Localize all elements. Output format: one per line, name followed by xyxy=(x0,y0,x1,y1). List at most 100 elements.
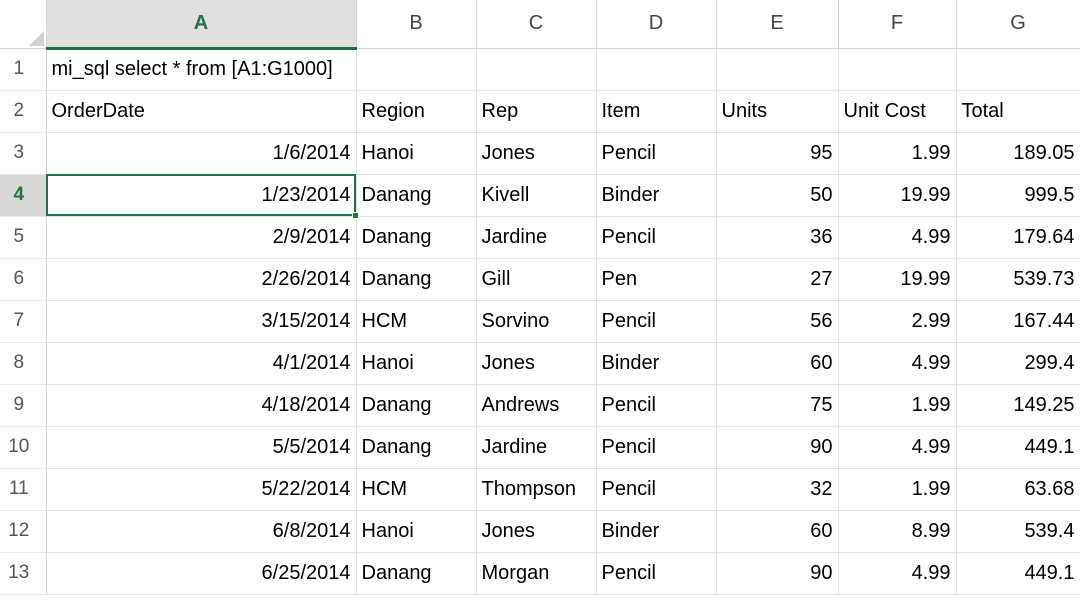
cell-D1[interactable] xyxy=(596,48,717,91)
cell-A1[interactable]: mi_sql select * from [A1:G1000] xyxy=(46,48,357,91)
cell-D12[interactable]: Binder xyxy=(596,510,717,553)
cell-E12[interactable]: 60 xyxy=(716,510,839,553)
cell-A4[interactable]: 1/23/2014 xyxy=(46,174,357,217)
cell-E1[interactable] xyxy=(716,48,839,91)
cell-E4[interactable]: 50 xyxy=(716,174,839,217)
column-header-c[interactable]: C xyxy=(476,0,597,49)
cell-F3[interactable]: 1.99 xyxy=(838,132,957,175)
row-header-3[interactable]: 3 xyxy=(0,132,47,175)
cell-E3[interactable]: 95 xyxy=(716,132,839,175)
cell-A2[interactable]: OrderDate xyxy=(46,90,357,133)
cell-E13[interactable]: 90 xyxy=(716,552,839,595)
row-header-10[interactable]: 10 xyxy=(0,426,47,469)
cell-C2[interactable]: Rep xyxy=(476,90,597,133)
row-header-12[interactable]: 12 xyxy=(0,510,47,553)
column-header-g[interactable]: G xyxy=(956,0,1080,49)
cell-C6[interactable]: Gill xyxy=(476,258,597,301)
cell-A9[interactable]: 4/18/2014 xyxy=(46,384,357,427)
column-header-b[interactable]: B xyxy=(356,0,477,49)
cell-C5[interactable]: Jardine xyxy=(476,216,597,259)
column-header-e[interactable]: E xyxy=(716,0,839,49)
cell-C7[interactable]: Sorvino xyxy=(476,300,597,343)
column-header-d[interactable]: D xyxy=(596,0,717,49)
cell-F2[interactable]: Unit Cost xyxy=(838,90,957,133)
cell-A7[interactable]: 3/15/2014 xyxy=(46,300,357,343)
spreadsheet-grid[interactable]: ABCDEFG 1 mi_sql select * from [A1:G1000]… xyxy=(0,0,1080,600)
cell-C4[interactable]: Kivell xyxy=(476,174,597,217)
cell-B6[interactable]: Danang xyxy=(356,258,477,301)
cell-C1[interactable] xyxy=(476,48,597,91)
cell-C12[interactable]: Jones xyxy=(476,510,597,553)
cell-A12[interactable]: 6/8/2014 xyxy=(46,510,357,553)
row-header-5[interactable]: 5 xyxy=(0,216,47,259)
cell-G6[interactable]: 539.73 xyxy=(956,258,1080,301)
cell-B2[interactable]: Region xyxy=(356,90,477,133)
row-header-13[interactable]: 13 xyxy=(0,552,47,595)
cell-G10[interactable]: 449.1 xyxy=(956,426,1080,469)
row-header-1[interactable]: 1 xyxy=(0,48,47,91)
cell-C8[interactable]: Jones xyxy=(476,342,597,385)
cell-D3[interactable]: Pencil xyxy=(596,132,717,175)
cell-G7[interactable]: 167.44 xyxy=(956,300,1080,343)
cell-E7[interactable]: 56 xyxy=(716,300,839,343)
column-header-f[interactable]: F xyxy=(838,0,957,49)
cell-F13[interactable]: 4.99 xyxy=(838,552,957,595)
cell-A13[interactable]: 6/25/2014 xyxy=(46,552,357,595)
cell-A6[interactable]: 2/26/2014 xyxy=(46,258,357,301)
cell-B1[interactable] xyxy=(356,48,477,91)
cell-A5[interactable]: 2/9/2014 xyxy=(46,216,357,259)
cell-A8[interactable]: 4/1/2014 xyxy=(46,342,357,385)
cell-D13[interactable]: Pencil xyxy=(596,552,717,595)
cell-F5[interactable]: 4.99 xyxy=(838,216,957,259)
row-header-2[interactable]: 2 xyxy=(0,90,47,133)
cell-G13[interactable]: 449.1 xyxy=(956,552,1080,595)
cell-G8[interactable]: 299.4 xyxy=(956,342,1080,385)
cell-G4[interactable]: 999.5 xyxy=(956,174,1080,217)
cell-E8[interactable]: 60 xyxy=(716,342,839,385)
row-header-6[interactable]: 6 xyxy=(0,258,47,301)
cell-G3[interactable]: 189.05 xyxy=(956,132,1080,175)
cell-B8[interactable]: Hanoi xyxy=(356,342,477,385)
row-header-11[interactable]: 11 xyxy=(0,468,47,511)
cell-F4[interactable]: 19.99 xyxy=(838,174,957,217)
cell-F10[interactable]: 4.99 xyxy=(838,426,957,469)
cell-D8[interactable]: Binder xyxy=(596,342,717,385)
cell-D11[interactable]: Pencil xyxy=(596,468,717,511)
cell-G11[interactable]: 63.68 xyxy=(956,468,1080,511)
cell-D5[interactable]: Pencil xyxy=(596,216,717,259)
cell-D7[interactable]: Pencil xyxy=(596,300,717,343)
cell-C3[interactable]: Jones xyxy=(476,132,597,175)
cell-F12[interactable]: 8.99 xyxy=(838,510,957,553)
cell-A11[interactable]: 5/22/2014 xyxy=(46,468,357,511)
row-header-7[interactable]: 7 xyxy=(0,300,47,343)
cell-C11[interactable]: Thompson xyxy=(476,468,597,511)
row-header-4[interactable]: 4 xyxy=(0,174,47,217)
cell-F8[interactable]: 4.99 xyxy=(838,342,957,385)
cell-B12[interactable]: Hanoi xyxy=(356,510,477,553)
select-all-button[interactable] xyxy=(0,0,47,49)
cell-D4[interactable]: Binder xyxy=(596,174,717,217)
row-header-9[interactable]: 9 xyxy=(0,384,47,427)
column-header-a[interactable]: A xyxy=(46,0,357,50)
cell-E11[interactable]: 32 xyxy=(716,468,839,511)
cell-F11[interactable]: 1.99 xyxy=(838,468,957,511)
cell-D6[interactable]: Pen xyxy=(596,258,717,301)
cell-E5[interactable]: 36 xyxy=(716,216,839,259)
cell-G12[interactable]: 539.4 xyxy=(956,510,1080,553)
cell-A3[interactable]: 1/6/2014 xyxy=(46,132,357,175)
cell-B11[interactable]: HCM xyxy=(356,468,477,511)
cell-F9[interactable]: 1.99 xyxy=(838,384,957,427)
cell-B4[interactable]: Danang xyxy=(356,174,477,217)
cell-E6[interactable]: 27 xyxy=(716,258,839,301)
cell-G1[interactable] xyxy=(956,48,1080,91)
cell-D9[interactable]: Pencil xyxy=(596,384,717,427)
cell-B7[interactable]: HCM xyxy=(356,300,477,343)
cell-B3[interactable]: Hanoi xyxy=(356,132,477,175)
cell-A10[interactable]: 5/5/2014 xyxy=(46,426,357,469)
cell-E9[interactable]: 75 xyxy=(716,384,839,427)
cell-F7[interactable]: 2.99 xyxy=(838,300,957,343)
cell-C13[interactable]: Morgan xyxy=(476,552,597,595)
cell-C10[interactable]: Jardine xyxy=(476,426,597,469)
cell-B9[interactable]: Danang xyxy=(356,384,477,427)
cell-B10[interactable]: Danang xyxy=(356,426,477,469)
